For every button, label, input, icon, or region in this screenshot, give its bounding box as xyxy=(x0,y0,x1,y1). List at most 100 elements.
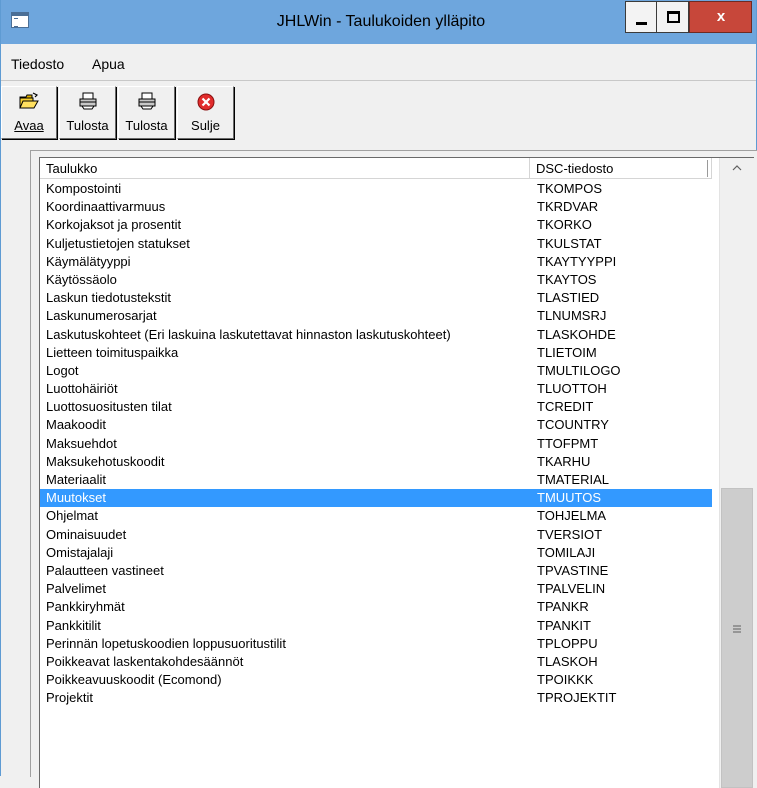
table-row[interactable]: Perinnän lopetuskoodien loppusuoritustil… xyxy=(40,635,712,653)
dsc-file-cell: TOMILAJI xyxy=(537,544,596,560)
open-button-label: Avaa xyxy=(14,118,44,133)
grip-icon xyxy=(733,625,741,633)
dsc-file-cell: TOHJELMA xyxy=(537,508,607,524)
table-name-cell: Kuljetustietojen statukset xyxy=(46,235,190,251)
dsc-file-cell: TMATERIAL xyxy=(537,472,609,487)
app-window: JHLWin - Taulukoiden ylläpito x Tiedosto… xyxy=(0,0,757,788)
table-row[interactable]: Maksuehdot TTOFPMT xyxy=(40,435,712,453)
dsc-file-cell: TKRDVAR xyxy=(537,199,599,215)
open-button[interactable]: Avaa xyxy=(1,86,57,139)
table-row[interactable]: Ohjelmat TOHJELMA xyxy=(40,507,712,525)
title-bar[interactable]: JHLWin - Taulukoiden ylläpito x xyxy=(1,0,756,44)
dsc-file-cell: TLUOTTOH xyxy=(537,381,607,397)
dsc-file-cell: TMULTILOGO xyxy=(537,362,621,378)
chevron-up-icon xyxy=(732,165,742,171)
menu-apua[interactable]: Apua xyxy=(90,56,127,72)
list-panel: Taulukko DSC-tiedosto Kompostointi TKOMPO… xyxy=(30,150,757,788)
print-button-2[interactable]: Tulosta xyxy=(118,86,175,139)
table-row[interactable]: Muutokset TMUUTOS xyxy=(40,489,712,508)
table-name-cell: Muutokset xyxy=(46,490,106,506)
table-row[interactable]: Koordinaattivarmuus TKRDVAR xyxy=(40,198,712,216)
table-row[interactable]: Poikkeavat laskentakohdesäännöt TLASKOH xyxy=(40,653,712,671)
table-header: Taulukko DSC-tiedosto xyxy=(40,158,720,180)
table-name-cell: Perinnän lopetuskoodien loppusuoritustil… xyxy=(46,635,286,651)
toolbar: Avaa Tulosta Tulosta Sulje xyxy=(1,80,756,143)
dsc-file-cell: TPROJEKTIT xyxy=(537,690,617,706)
table-row[interactable]: Kuljetustietojen statukset TKULSTAT xyxy=(40,235,712,253)
dsc-file-cell: TLNUMSRJ xyxy=(537,308,607,324)
table-row[interactable]: Luottosuositusten tilat TCREDIT xyxy=(40,398,712,416)
table-row[interactable]: Käymälätyyppi TKAYTYYPPI xyxy=(40,253,712,271)
dsc-file-cell: TKAYTYYPPI xyxy=(537,253,617,269)
scroll-track[interactable] xyxy=(720,179,754,488)
table-row[interactable]: Maksukehotuskoodit TKARHU xyxy=(40,453,712,471)
table-row[interactable]: Korkojaksot ja prosentit TKORKO xyxy=(40,216,712,234)
table-row[interactable]: Logot TMULTILOGO xyxy=(40,362,712,380)
table-name-cell: Logot xyxy=(46,362,79,378)
table-name-cell: Laskutuskohteet (Eri laskuina laskutetta… xyxy=(46,326,451,342)
table-row[interactable]: Laskunumerosarjat TLNUMSRJ xyxy=(40,307,712,325)
table-row[interactable]: Projektit TPROJEKTIT xyxy=(40,689,712,707)
dsc-file-cell: TPANKIT xyxy=(537,617,591,633)
table-row[interactable]: Lietteen toimituspaikka TLIETOIM xyxy=(40,344,712,362)
maximize-button[interactable] xyxy=(657,1,689,33)
table-row[interactable]: Laskun tiedotustekstit TLASTIED xyxy=(40,289,712,307)
close-icon: x xyxy=(716,8,726,25)
dsc-file-cell: TPLOPPU xyxy=(537,635,598,651)
close-button[interactable]: Sulje xyxy=(177,86,234,139)
table-name-cell: Pankkiryhmät xyxy=(46,599,125,615)
table-row[interactable]: Käytössäolo TKAYTOS xyxy=(40,271,712,289)
dsc-file-cell: TPALVELIN xyxy=(537,581,606,597)
dsc-file-cell: TMUUTOS xyxy=(537,490,602,506)
dsc-file-cell: TKARHU xyxy=(537,453,591,469)
table-row[interactable]: Poikkeavuuskoodit (Ecomond) TPOIKKK xyxy=(40,671,712,689)
menu-bar: Tiedosto Apua xyxy=(1,52,756,76)
table-name-cell: Kompostointi xyxy=(46,181,122,196)
table-row[interactable]: Pankkiryhmät TPANKR xyxy=(40,598,712,616)
dsc-file-cell: TKOMPOS xyxy=(537,181,603,196)
table-row[interactable]: Ominaisuudet TVERSIOT xyxy=(40,526,712,544)
table-name-cell: Maakoodit xyxy=(46,417,106,433)
print-button-1[interactable]: Tulosta xyxy=(59,86,116,139)
table-row[interactable]: Palvelimet TPALVELIN xyxy=(40,580,712,598)
table-name-cell: Käytössäolo xyxy=(46,271,117,287)
minimize-button[interactable] xyxy=(625,1,657,33)
table-list[interactable]: Taulukko DSC-tiedosto Kompostointi TKOMPO… xyxy=(39,157,754,788)
print-button-1-label: Tulosta xyxy=(66,118,109,133)
dsc-file-cell: TKAYTOS xyxy=(537,271,597,287)
table-row[interactable]: Maakoodit TCOUNTRY xyxy=(40,416,712,434)
table-name-cell: Maksuehdot xyxy=(46,435,117,451)
table-row[interactable]: Palautteen vastineet TPVASTINE xyxy=(40,562,712,580)
table-row[interactable]: Laskutuskohteet (Eri laskuina laskutetta… xyxy=(40,326,712,344)
window-close-button[interactable]: x xyxy=(689,1,752,33)
scroll-thumb[interactable] xyxy=(721,488,753,788)
table-name-cell: Korkojaksot ja prosentit xyxy=(46,217,182,233)
column-splitter[interactable] xyxy=(707,160,708,177)
table-row[interactable]: Luottohäiriöt TLUOTTOH xyxy=(40,380,712,398)
table-name-cell: Laskun tiedotustekstit xyxy=(46,290,172,306)
table-row[interactable]: Omistajalaji TOMILAJI xyxy=(40,544,712,562)
table-row[interactable]: Kompostointi TKOMPOS xyxy=(40,180,712,198)
maximize-icon xyxy=(667,11,680,23)
table-name-cell: Luottohäiriöt xyxy=(46,381,118,397)
table-name-cell: Pankkitilit xyxy=(46,617,101,633)
table-row[interactable]: Materiaalit TMATERIAL xyxy=(40,471,712,489)
table-name-cell: Omistajalaji xyxy=(46,544,114,560)
dsc-file-cell: TVERSIOT xyxy=(537,526,603,542)
column-header-dsc-tiedosto[interactable]: DSC-tiedosto xyxy=(530,158,712,179)
menu-tiedosto[interactable]: Tiedosto xyxy=(9,56,66,72)
table-name-cell: Koordinaattivarmuus xyxy=(46,199,166,215)
table-name-cell: Projektit xyxy=(46,690,93,706)
red-close-icon xyxy=(197,93,214,111)
dsc-file-cell: TCOUNTRY xyxy=(537,417,609,433)
table-name-cell: Materiaalit xyxy=(46,472,106,487)
table-row[interactable]: Pankkitilit TPANKIT xyxy=(40,617,712,635)
scroll-up-button[interactable] xyxy=(720,158,754,179)
vertical-scrollbar[interactable] xyxy=(719,158,754,788)
minimize-icon xyxy=(636,22,647,25)
column-header-taulukko[interactable]: Taulukko xyxy=(40,158,530,179)
table-name-cell: Ohjelmat xyxy=(46,508,99,524)
app-icon[interactable] xyxy=(11,12,29,28)
printer-icon xyxy=(138,92,155,110)
dsc-file-cell: TPANKR xyxy=(537,599,589,615)
